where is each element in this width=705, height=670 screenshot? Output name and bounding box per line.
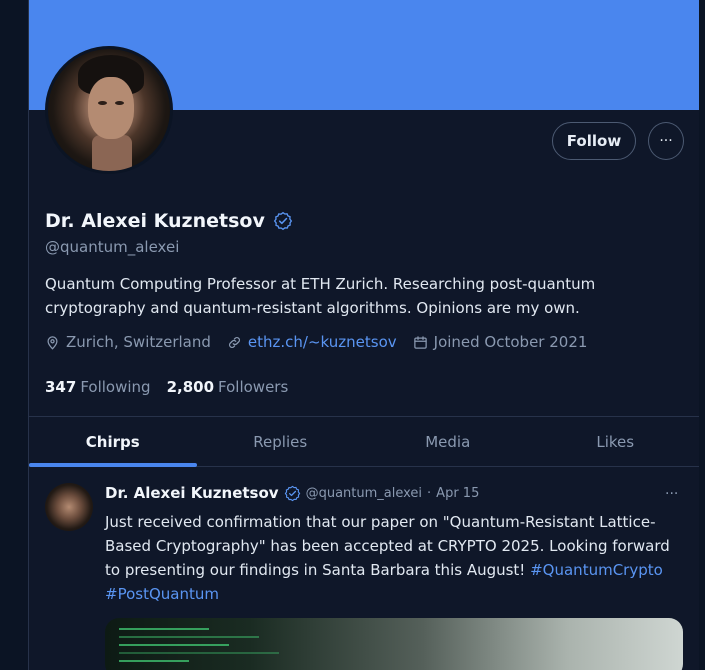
location-item: Zurich, Switzerland (45, 333, 211, 351)
post-item[interactable]: Dr. Alexei Kuznetsov @quantum_alexei · A… (29, 466, 699, 670)
website-link[interactable]: ethz.ch/~kuznetsov (248, 333, 397, 351)
post-author-handle[interactable]: @quantum_alexei (306, 486, 422, 501)
following-stat[interactable]: 347 Following (45, 378, 151, 396)
follow-button[interactable]: Follow (552, 122, 636, 160)
following-count: 347 (45, 378, 77, 396)
post-image[interactable] (105, 618, 683, 670)
avatar-face (88, 77, 134, 139)
hashtag-link[interactable]: #QuantumCrypto (530, 561, 663, 579)
profile-handle: @quantum_alexei (45, 238, 180, 256)
more-options-icon: ··· (659, 133, 673, 149)
tab-replies[interactable]: Replies (197, 417, 365, 466)
avatar-eye-left (98, 101, 107, 105)
tab-chirps[interactable]: Chirps (29, 417, 197, 467)
avatar-neck (92, 135, 132, 171)
map-pin-icon (47, 335, 58, 350)
followers-count: 2,800 (166, 378, 215, 396)
code-line (119, 660, 189, 662)
left-gutter (0, 0, 28, 670)
followers-label: Followers (218, 378, 289, 396)
tab-media[interactable]: Media (364, 417, 532, 466)
code-line (119, 636, 259, 638)
joined-text: Joined October 2021 (433, 333, 588, 351)
post-date[interactable]: Apr 15 (436, 486, 479, 501)
location-text: Zurich, Switzerland (66, 333, 211, 351)
verified-badge-icon (284, 485, 300, 501)
post-author-avatar[interactable] (45, 483, 93, 531)
right-gutter (699, 0, 705, 670)
profile-bio: Quantum Computing Professor at ETH Zuric… (45, 275, 596, 317)
joined-item: Joined October 2021 (413, 333, 588, 351)
profile-name-row: Dr. Alexei Kuznetsov (45, 210, 293, 232)
profile-tabs: Chirps Replies Media Likes (29, 416, 699, 467)
tab-likes[interactable]: Likes (532, 417, 700, 466)
calendar-icon (413, 335, 427, 349)
more-options-button[interactable]: ··· (648, 122, 684, 160)
post-separator: · (427, 485, 432, 501)
hashtag-link[interactable]: #PostQuantum (105, 585, 219, 603)
followers-stat[interactable]: 2,800 Followers (167, 378, 289, 396)
website-item: ethz.ch/~kuznetsov (227, 333, 397, 351)
code-line (119, 628, 209, 630)
profile-panel: Follow ··· Dr. Alexei Kuznetsov @quantum… (28, 0, 700, 670)
following-label: Following (80, 378, 151, 396)
post-text: Just received confirmation that our pape… (105, 510, 685, 606)
post-author-name[interactable]: Dr. Alexei Kuznetsov (105, 484, 279, 502)
follow-stats: 347 Following 2,800 Followers (45, 378, 288, 396)
code-line (119, 644, 229, 646)
link-icon (228, 336, 240, 348)
code-line (119, 652, 279, 654)
profile-meta: Zurich, Switzerland ethz.ch/~kuznetsov J… (45, 333, 603, 351)
profile-name: Dr. Alexei Kuznetsov (45, 210, 265, 232)
avatar-eye-right (115, 101, 124, 105)
profile-avatar[interactable] (45, 46, 173, 174)
post-more-button[interactable]: ··· (665, 486, 678, 502)
post-header: Dr. Alexei Kuznetsov @quantum_alexei · A… (105, 484, 479, 502)
verified-badge-icon (273, 211, 293, 231)
